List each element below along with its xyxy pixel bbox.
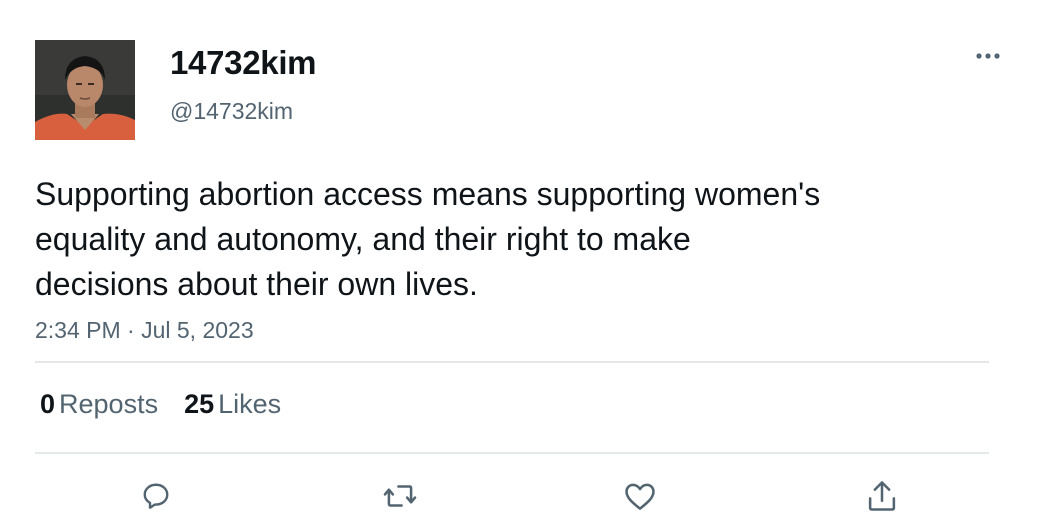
reposts-label: Reposts (59, 389, 159, 419)
like-button[interactable] (620, 476, 660, 516)
tweet-text-line: equality and autonomy, and their right t… (35, 221, 691, 257)
reply-button[interactable] (136, 476, 176, 516)
reply-icon (143, 483, 169, 509)
repost-icon (383, 485, 417, 507)
engagement-stats: 0 Reposts 25 Likes (40, 386, 307, 422)
divider (35, 452, 989, 454)
display-name[interactable]: 14732kim (170, 44, 317, 82)
share-button[interactable] (862, 476, 902, 516)
divider (35, 361, 989, 363)
likes-label: Likes (218, 389, 282, 419)
likes-count: 25 (184, 389, 215, 419)
tweet-text-line: decisions about their own lives. (35, 266, 478, 302)
repost-button[interactable] (380, 476, 420, 516)
tweet-text-line: Supporting abortion access means support… (35, 176, 821, 212)
reposts-count: 0 (40, 389, 56, 419)
profile-photo-icon (35, 40, 135, 140)
avatar[interactable] (35, 40, 135, 140)
more-icon (976, 53, 1000, 59)
share-icon (868, 481, 896, 511)
like-icon (625, 483, 655, 510)
reposts-stat[interactable]: 0 Reposts (40, 386, 158, 422)
more-options-button[interactable] (968, 42, 1008, 70)
tweet-card: 14732kim @14732kim Supporting abortion a… (0, 0, 1050, 525)
tweet-text: Supporting abortion access means support… (35, 172, 935, 307)
user-handle[interactable]: @14732kim (170, 97, 293, 125)
likes-stat[interactable]: 25 Likes (184, 386, 281, 422)
tweet-timestamp[interactable]: 2:34 PM · Jul 5, 2023 (35, 316, 254, 344)
